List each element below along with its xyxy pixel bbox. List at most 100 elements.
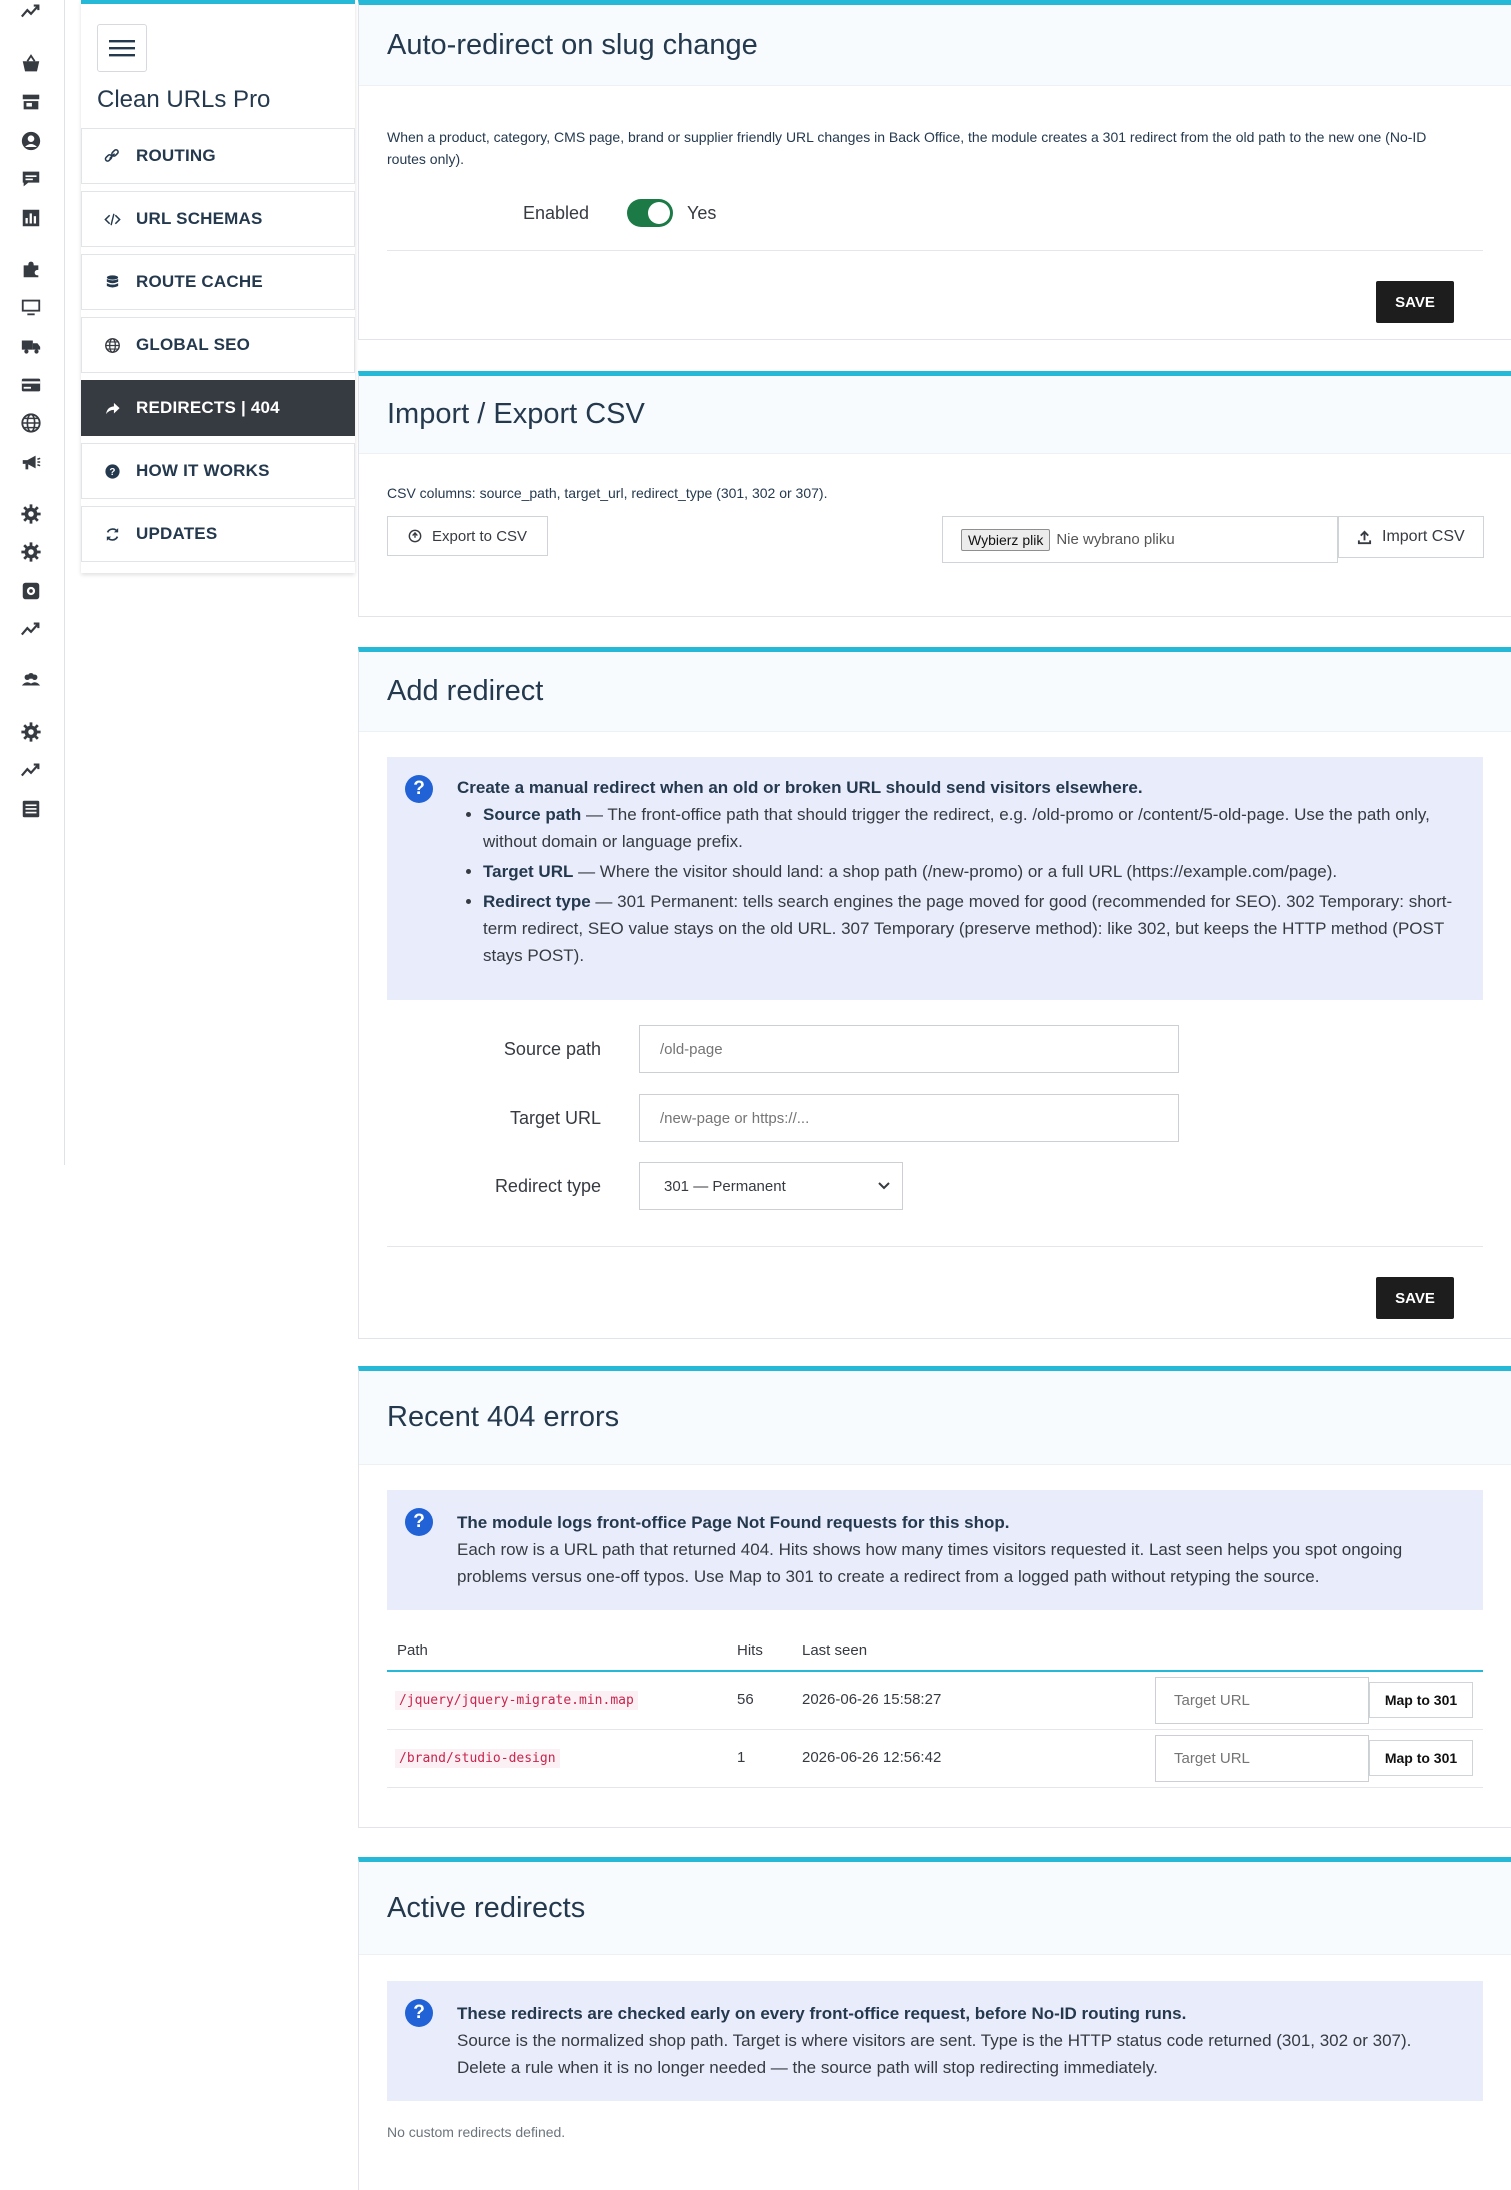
nav-item-routing[interactable]: ROUTING [81,128,355,184]
row-hits: 1 [737,1749,746,1766]
nav-item-url-schemas[interactable]: URL SCHEMAS [81,191,355,247]
gear-icon[interactable] [18,539,44,565]
nav-item-redirects-404[interactable]: REDIRECTS | 404 [81,380,355,436]
errors-info: ? The module logs front-office Page Not … [387,1490,1483,1610]
bullet-term: Source path [483,805,582,824]
refresh-icon [102,524,122,544]
info-bullet: Redirect type — 301 Permanent: tells sea… [483,888,1453,969]
target-url-input[interactable] [639,1094,1179,1142]
table-header: Path Hits Last seen [387,1632,1483,1672]
enabled-toggle[interactable] [627,199,673,227]
nav-item-label: ROUTE CACHE [136,272,263,291]
users-icon[interactable] [18,667,44,693]
bullet-term: Target URL [483,862,574,881]
row-target-url-input[interactable] [1155,1677,1369,1724]
bullet-term: Redirect type [483,892,591,911]
nav-item-how-it-works[interactable]: ? HOW IT WORKS [81,443,355,499]
user-circle-icon[interactable] [18,128,44,154]
row-target-url-input[interactable] [1155,1735,1369,1782]
list-icon[interactable] [18,796,44,822]
redirect-type-label: Redirect type [494,1175,601,1196]
store-icon[interactable] [18,89,44,115]
info-text: Source is the normalized shop path. Targ… [457,2031,1412,2077]
redirect-type-value: 301 — Permanent [664,1177,786,1195]
map-to-301-button[interactable]: Map to 301 [1369,1682,1473,1718]
gear-icon[interactable] [18,719,44,745]
row-hits: 56 [737,1691,754,1708]
add-redirect-panel: Add redirect ? Create a manual redirect … [358,647,1511,1339]
info-text: Each row is a URL path that returned 404… [457,1540,1403,1586]
import-csv-button[interactable]: Import CSV [1338,516,1484,558]
map-to-301-button[interactable]: Map to 301 [1369,1740,1473,1776]
info-heading: These redirects are checked early on eve… [457,2004,1187,2023]
code-icon [102,209,122,229]
question-icon: ? [405,1508,433,1536]
info-bullet: Target URL — Where the visitor should la… [483,858,1453,885]
monitor-icon[interactable] [18,294,44,320]
export-icon [408,529,422,543]
save-button[interactable]: SAVE [1376,1277,1454,1319]
panel-title: Add redirect [359,652,1511,732]
truck-icon[interactable] [18,333,44,359]
row-path: /brand/studio-design [395,1749,560,1768]
cog-box-icon[interactable] [18,578,44,604]
globe-icon[interactable] [18,410,44,436]
nav-item-label: ROUTING [136,146,216,165]
panel-title: Auto-redirect on slug change [359,5,1511,86]
csv-panel: Import / Export CSV CSV columns: source_… [358,371,1511,617]
errors-table: Path Hits Last seen /jquery/jquery-migra… [387,1632,1483,1788]
add-redirect-info: ? Create a manual redirect when an old o… [387,757,1483,1000]
auto-redirect-panel: Auto-redirect on slug change When a prod… [358,0,1511,340]
active-redirects-panel: Active redirects ? These redirects are c… [358,1857,1511,2190]
card-icon[interactable] [18,372,44,398]
trend-up-icon[interactable] [18,617,44,643]
enabled-value: Yes [687,202,717,223]
divider [387,250,1483,251]
puzzle-icon[interactable] [18,256,44,282]
trend-up-icon[interactable] [18,758,44,784]
info-heading: Create a manual redirect when an old or … [457,778,1143,797]
question-icon: ? [405,775,433,803]
hamburger-icon [109,40,135,57]
info-bullet: Source path — The front-office path that… [483,801,1453,855]
gear-icon[interactable] [18,501,44,527]
module-title: Clean URLs Pro [97,86,271,113]
column-path: Path [397,1642,428,1659]
import-csv-label: Import CSV [1382,528,1465,545]
export-csv-button[interactable]: Export to CSV [387,516,548,556]
megaphone-icon[interactable] [18,449,44,475]
nav-item-label: REDIRECTS | 404 [136,398,280,417]
module-nav: Clean URLs Pro ROUTING URL SCHEMAS ROUTE C… [81,0,355,573]
bullet-text: — 301 Permanent: tells search engines th… [483,892,1453,965]
panel-title: Import / Export CSV [359,376,1511,454]
column-hits: Hits [737,1642,763,1659]
row-last-seen: 2026-06-26 15:58:27 [802,1691,942,1708]
panel-title: Recent 404 errors [359,1371,1511,1465]
table-row: /jquery/jquery-migrate.min.map 56 2026-06-… [387,1672,1483,1730]
divider [387,1246,1483,1247]
trend-up-icon[interactable] [18,0,44,25]
export-csv-label: Export to CSV [432,527,528,545]
save-button[interactable]: SAVE [1376,281,1454,323]
menu-toggle-button[interactable] [97,24,147,72]
svg-text:?: ? [109,467,115,478]
file-status: Nie wybrano pliku [1056,531,1175,548]
redirect-type-select[interactable]: 301 — Permanent [639,1162,903,1210]
info-bullets: Source path — The front-office path that… [457,801,1453,969]
upload-icon [1357,530,1372,544]
auto-redirect-description: When a product, category, CMS page, bran… [387,129,1427,167]
choose-file-button[interactable]: Wybierz plik [961,528,1051,551]
nav-item-global-seo[interactable]: GLOBAL SEO [81,317,355,373]
share-arrow-icon [102,398,122,418]
csv-file-input[interactable]: Wybierz plik Nie wybrano pliku [942,516,1338,563]
basket-icon[interactable] [18,51,44,77]
target-url-label: Target URL [509,1107,601,1128]
nav-item-updates[interactable]: UPDATES [81,506,355,562]
chart-icon[interactable] [18,205,44,231]
bullet-text: — Where the visitor should land: a shop … [573,862,1338,881]
chat-icon[interactable] [18,166,44,192]
nav-item-label: GLOBAL SEO [136,335,251,354]
nav-item-route-cache[interactable]: ROUTE CACHE [81,254,355,310]
database-icon [102,272,122,292]
source-path-input[interactable] [639,1025,1179,1073]
